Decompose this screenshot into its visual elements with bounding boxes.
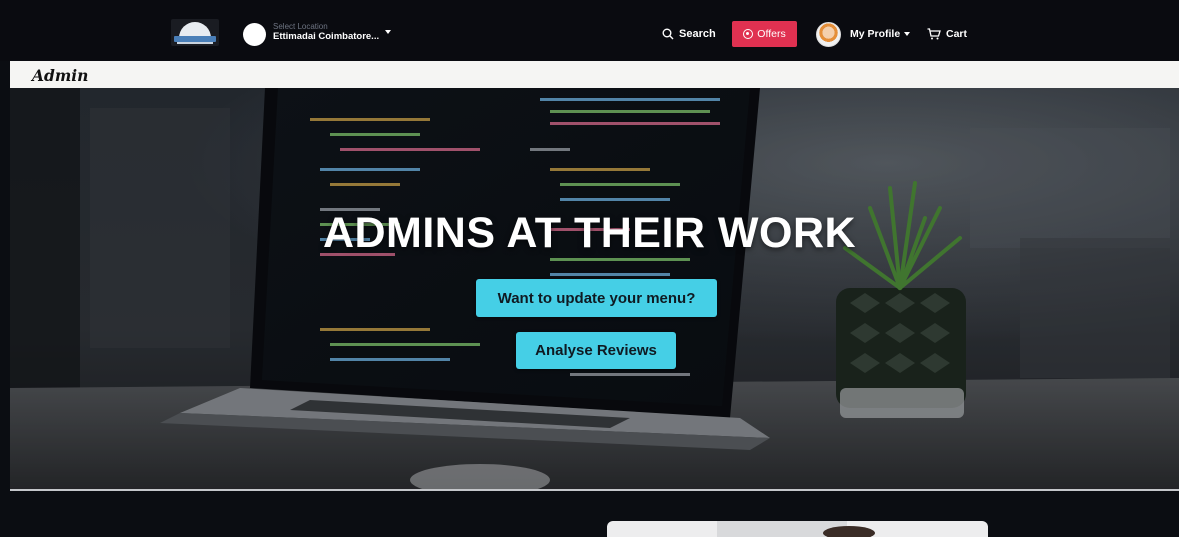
top-navbar: Select Location Ettimadai Coimbatore... … (0, 0, 1179, 61)
offers-label: Offers (757, 28, 786, 40)
cart-icon (927, 28, 941, 40)
location-label: Select Location (273, 22, 328, 31)
search-icon (662, 28, 674, 40)
search-nav-link[interactable]: Search (662, 26, 716, 42)
feature-card-image[interactable] (607, 521, 988, 537)
analyse-reviews-button[interactable]: Analyse Reviews (516, 332, 676, 369)
offers-icon (743, 29, 754, 39)
location-avatar-icon[interactable] (243, 23, 266, 46)
search-label: Search (679, 28, 716, 40)
offers-button[interactable]: Offers (732, 21, 797, 47)
location-chevron-down-icon[interactable] (385, 30, 391, 34)
admin-page-title: Admin (32, 66, 89, 85)
profile-menu[interactable]: My Profile (850, 28, 900, 40)
content-section (10, 491, 1179, 537)
admin-bar: Admin (10, 61, 1179, 88)
profile-avatar[interactable] (816, 22, 841, 47)
update-menu-button[interactable]: Want to update your menu? (476, 279, 717, 317)
location-selector[interactable]: Ettimadai Coimbatore... (273, 31, 379, 42)
profile-chevron-down-icon[interactable] (904, 32, 910, 36)
hero-title: ADMINS AT THEIR WORK (322, 209, 857, 257)
brand-logo[interactable] (171, 19, 219, 46)
cart-nav-link[interactable]: Cart (927, 26, 967, 42)
cart-label: Cart (946, 28, 968, 40)
